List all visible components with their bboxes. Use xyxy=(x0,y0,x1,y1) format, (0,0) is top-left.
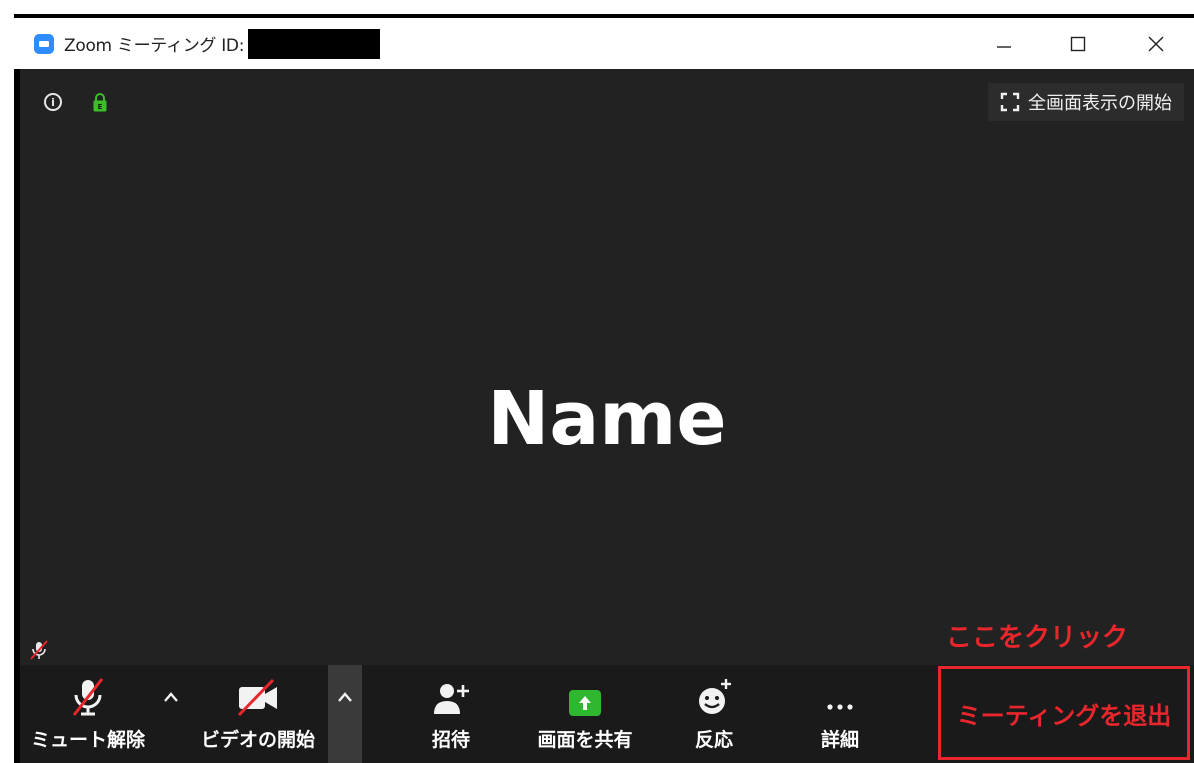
invite-label: 招待 xyxy=(431,729,470,751)
maximize-button[interactable] xyxy=(1050,18,1106,69)
start-video-label: ビデオの開始 xyxy=(200,729,315,751)
participant-name: Name xyxy=(487,376,727,462)
click-here-annotation: ここをクリック xyxy=(946,623,1129,653)
video-options-button[interactable] xyxy=(328,665,362,763)
start-video-button[interactable]: ビデオの開始 xyxy=(188,665,328,763)
leave-meeting-label: ミーティングを退出 xyxy=(956,701,1172,730)
info-icon[interactable]: i xyxy=(44,93,62,111)
close-icon xyxy=(1148,36,1164,51)
leave-meeting-button[interactable]: ミーティングを退出 xyxy=(938,666,1190,760)
participant-mic-muted-icon xyxy=(30,640,48,660)
audio-options-button[interactable] xyxy=(154,665,188,763)
minimize-icon xyxy=(997,45,1011,48)
ellipsis-icon xyxy=(827,704,853,710)
fullscreen-icon xyxy=(1000,92,1020,112)
invite-button[interactable]: 招待 xyxy=(416,665,486,763)
close-button[interactable] xyxy=(1128,18,1184,69)
add-user-icon xyxy=(434,684,469,714)
lock-icon[interactable]: E xyxy=(92,92,108,112)
reactions-button[interactable]: 反応 xyxy=(684,665,744,763)
title-left: Zoom ミーティング ID: xyxy=(34,18,381,69)
unmute-label: ミュート解除 xyxy=(30,729,145,751)
share-screen-label: 画面を共有 xyxy=(537,729,633,751)
mic-muted-icon xyxy=(72,678,104,716)
maximize-icon xyxy=(1070,36,1086,51)
more-label: 詳細 xyxy=(820,729,859,751)
chevron-up-icon xyxy=(338,692,352,702)
fullscreen-button[interactable]: 全画面表示の開始 xyxy=(988,83,1184,121)
more-button[interactable]: 詳細 xyxy=(810,665,870,763)
unmute-button[interactable]: ミュート解除 xyxy=(20,665,156,763)
meeting-id-redacted xyxy=(248,28,381,59)
fullscreen-label: 全画面表示の開始 xyxy=(1028,93,1172,114)
title-bar: Zoom ミーティング ID: xyxy=(14,18,1194,69)
share-screen-button[interactable]: 画面を共有 xyxy=(520,665,650,763)
window-title: Zoom ミーティング ID: xyxy=(64,36,245,56)
share-arrow-icon xyxy=(569,690,601,716)
minimize-button[interactable] xyxy=(976,18,1032,69)
smiley-plus-icon xyxy=(699,679,731,714)
reactions-label: 反応 xyxy=(694,729,733,751)
chevron-up-icon xyxy=(164,692,178,702)
video-stage: i E 全画面表示の開始 Name xyxy=(20,69,1194,665)
video-off-icon xyxy=(237,678,277,717)
svg-text:E: E xyxy=(98,103,103,111)
zoom-logo-icon xyxy=(34,33,54,54)
